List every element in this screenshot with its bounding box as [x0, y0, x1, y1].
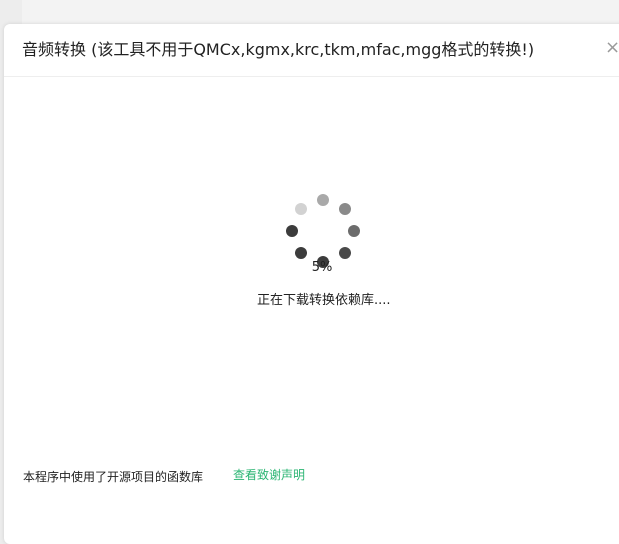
- progress-percent: 5%: [311, 260, 333, 275]
- spinner-dot: [295, 203, 307, 215]
- spinner-dot: [339, 203, 351, 215]
- open-source-notice: 本程序中使用了开源项目的函数库: [23, 470, 204, 484]
- spinner-dot: [286, 225, 298, 237]
- spinner-dot: [339, 247, 351, 259]
- dialog-title: 音频转换 (该工具不用于QMCx,kgmx,krc,tkm,mfac,mgg格式…: [22, 40, 535, 59]
- spinner-dot: [348, 225, 360, 237]
- progress-status: 正在下载转换依赖库....: [257, 293, 391, 308]
- spinner-dot: [317, 194, 329, 206]
- loading-spinner-icon: [285, 194, 361, 270]
- spinner-dot: [295, 247, 307, 259]
- dialog-header: 音频转换 (该工具不用于QMCx,kgmx,krc,tkm,mfac,mgg格式…: [4, 24, 619, 77]
- backdrop-strip: [22, 0, 619, 24]
- close-icon[interactable]: ×: [605, 37, 619, 59]
- acknowledgements-link[interactable]: 查看致谢声明: [233, 466, 305, 483]
- audio-convert-dialog: 音频转换 (该工具不用于QMCx,kgmx,krc,tkm,mfac,mgg格式…: [4, 24, 619, 544]
